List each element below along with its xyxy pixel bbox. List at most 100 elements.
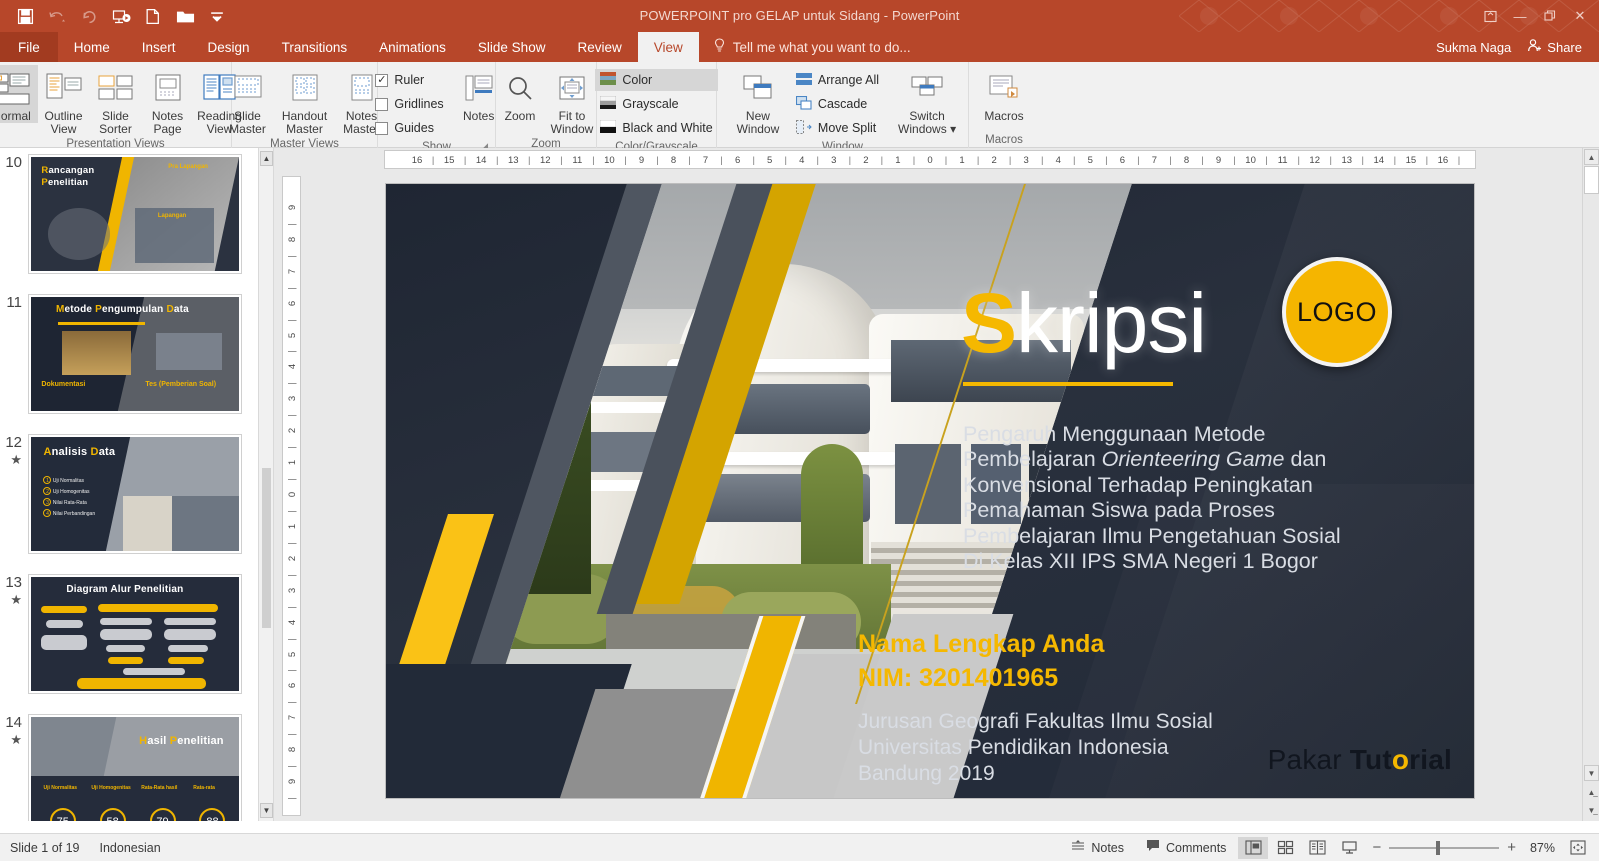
slide-logo-placeholder[interactable]: LOGO — [1282, 257, 1392, 367]
restore-icon[interactable] — [1535, 1, 1565, 31]
zoom-level-label[interactable]: 87% — [1524, 836, 1561, 860]
slide-editing-surface[interactable]: Skripsi LOGO Pengaruh Menggunaan Metode … — [386, 184, 1474, 798]
comments-toggle-button[interactable]: Comments — [1136, 836, 1236, 860]
tab-insert[interactable]: Insert — [126, 32, 192, 62]
gridlines-checkbox-box[interactable] — [375, 97, 389, 111]
start-from-beginning-icon[interactable] — [106, 3, 136, 29]
thumbnail-frame-13[interactable]: Diagram Alur Penelitian — [28, 574, 242, 694]
customize-qat-icon[interactable] — [202, 3, 232, 29]
redo-icon[interactable] — [74, 3, 104, 29]
move-split-label: Move Split — [817, 121, 877, 135]
fit-to-window-button[interactable]: Fit to Window — [546, 65, 598, 136]
normal-view-status-button[interactable] — [1238, 836, 1269, 859]
zoom-label: Zoom — [504, 109, 536, 123]
fit-slide-to-window-button[interactable] — [1563, 837, 1593, 859]
zoom-out-button[interactable]: − — [1366, 836, 1387, 860]
new-window-button[interactable]: New Window — [727, 65, 789, 136]
tab-slide-show[interactable]: Slide Show — [462, 32, 562, 62]
slide-subtitle[interactable]: Pengaruh Menggunaan Metode Pembelajaran … — [963, 422, 1383, 574]
undo-icon[interactable] — [42, 3, 72, 29]
ruler-h-minor-tick: | — [1040, 155, 1044, 166]
thumbnail-frame-14[interactable]: Hasil Penelitian Uji Normalitas Uji Homo… — [28, 714, 242, 821]
move-split-option[interactable]: Move Split — [791, 117, 884, 139]
gridlines-checkbox[interactable]: Gridlines — [370, 93, 448, 115]
splitter-scroll-up-icon[interactable]: ▲ — [260, 151, 273, 166]
thumbnail-item-10[interactable]: 10 Rancangan Penelitian Pra Lapangan Lapa… — [0, 154, 258, 274]
ruler-checkbox[interactable]: ✓ Ruler — [370, 69, 448, 91]
color-option[interactable]: Color — [595, 69, 718, 91]
save-icon[interactable] — [10, 3, 40, 29]
outline-view-button[interactable]: Outline View — [38, 65, 90, 136]
horizontal-ruler[interactable]: 16 | 15 | 14 | 13 | 12 | 11 | 10 | 9 | 8 | 7 | 6 | 5 | 4 | 3 | 2 | 1 | 0… — [384, 150, 1476, 169]
zoom-slider[interactable] — [1389, 840, 1500, 855]
slide-thumbnail-pane[interactable]: 10 Rancangan Penelitian Pra Lapangan Lapa… — [0, 148, 258, 821]
previous-slide-icon[interactable]: ▲̲ — [1584, 784, 1599, 800]
vertical-ruler[interactable]: 9 | 8 | 7 | 6 | 5 | 4 | 3 | 2 | 1 | 0 | 1 | 2 | 3 | 4 | 5 | 6 | 7 | 8 | 9 | — [282, 176, 301, 816]
ruler-h-minor-tick: | — [560, 155, 563, 166]
guides-checkbox[interactable]: Guides — [370, 117, 448, 139]
ruler-h-minor-tick: | — [431, 155, 435, 166]
open-icon[interactable] — [170, 3, 200, 29]
scroll-thumb[interactable] — [1584, 166, 1599, 194]
thumbnail-item-14[interactable]: 14 ★ Hasil Penelitian Uji Normalitas Uji… — [0, 714, 258, 821]
share-button[interactable]: Share — [1521, 35, 1591, 59]
grayscale-option[interactable]: Grayscale — [595, 93, 717, 115]
tab-view[interactable]: View — [637, 32, 699, 62]
scroll-up-icon[interactable]: ▲ — [1584, 149, 1599, 165]
thumbnail-item-12[interactable]: 12 ★ Analisis Data 1 Uji Normalitas 2 Uj… — [0, 434, 258, 554]
slide-sorter-button[interactable]: Slide Sorter — [90, 65, 142, 136]
cascade-option[interactable]: Cascade — [791, 93, 884, 115]
thumbnail-frame-12[interactable]: Analisis Data 1 Uji Normalitas 2 Uji Hom… — [28, 434, 242, 554]
quick-access-toolbar[interactable] — [0, 0, 232, 32]
window-controls[interactable]: — ✕ — [1475, 0, 1595, 32]
handout-master-button[interactable]: Handout Master — [274, 65, 336, 136]
reading-view-status-button[interactable] — [1302, 837, 1332, 859]
next-slide-icon[interactable]: ▼̲ — [1584, 802, 1599, 818]
arrange-all-option[interactable]: Arrange All — [791, 69, 884, 91]
thumbnail-item-13[interactable]: 13 ★ Diagram Alur Penelitian — [0, 574, 258, 694]
tell-me-box[interactable]: Tell me what you want to do... — [699, 32, 911, 62]
tab-design[interactable]: Design — [192, 32, 266, 62]
title-bar: POWERPOINT pro GELAP untuk Sidang - Powe… — [0, 0, 1599, 32]
normal-view-button[interactable]: Normal — [0, 65, 38, 123]
tab-home[interactable]: Home — [58, 32, 126, 62]
splitter-scroll-thumb[interactable] — [262, 468, 271, 628]
scroll-down-icon[interactable]: ▼ — [1584, 765, 1599, 781]
notes-toggle-button[interactable]: Notes — [1061, 836, 1134, 860]
tab-animations[interactable]: Animations — [363, 32, 462, 62]
slide-author[interactable]: Nama Lengkap Anda NIM: 3201401965 — [858, 627, 1104, 695]
new-icon[interactable] — [138, 3, 168, 29]
chevron-down-icon[interactable]: ▾ — [950, 122, 956, 136]
splitter-scroll-down-icon[interactable]: ▼ — [260, 803, 273, 818]
close-icon[interactable]: ✕ — [1565, 1, 1595, 31]
ruler-checkbox-box[interactable]: ✓ — [375, 73, 389, 87]
tab-file[interactable]: File — [0, 32, 58, 62]
canvas-vertical-scrollbar[interactable]: ▲ ▼ ▲̲ ▼̲ — [1582, 148, 1599, 821]
guides-checkbox-box[interactable] — [375, 121, 389, 135]
zoom-slider-handle[interactable] — [1436, 840, 1441, 855]
thumbnail-score-2: 79 — [149, 808, 176, 821]
slide-affiliation[interactable]: Jurusan Geografi Fakultas Ilmu Sosial Un… — [858, 709, 1213, 787]
black-and-white-option[interactable]: Black and White — [595, 117, 717, 139]
language-indicator[interactable]: Indonesian — [90, 836, 171, 860]
ribbon-display-options-icon[interactable] — [1475, 1, 1505, 31]
slide-counter[interactable]: Slide 1 of 19 — [0, 836, 90, 860]
thumbnail-frame-10[interactable]: Rancangan Penelitian Pra Lapangan Lapanga… — [28, 154, 242, 274]
slide-title[interactable]: Skripsi — [961, 279, 1207, 367]
slide-master-button[interactable]: Slide Master — [222, 65, 274, 136]
notes-page-button[interactable]: Notes Page — [142, 65, 194, 136]
zoom-button[interactable]: Zoom — [494, 65, 546, 123]
thumbnail-frame-11[interactable]: Metode Pengumpulan Data Dokumentasi Tes … — [28, 294, 242, 414]
zoom-in-button[interactable]: + — [1501, 836, 1522, 860]
slide-show-status-button[interactable] — [1334, 837, 1364, 859]
switch-windows-button[interactable]: Switch Windows ▾ — [896, 65, 958, 136]
macros-button[interactable]: Macros — [978, 65, 1030, 123]
thumbnail-item-11[interactable]: 11 Metode Pengumpulan Data Dokumentasi T… — [0, 294, 258, 414]
thumbnail-slide-12: Analisis Data 1 Uji Normalitas 2 Uji Hom… — [31, 437, 239, 551]
tab-review[interactable]: Review — [561, 32, 637, 62]
minimize-icon[interactable]: — — [1505, 1, 1535, 31]
show-checkbox-list: ✓ Ruler Gridlines Guides — [370, 65, 448, 139]
pane-splitter[interactable]: ▲ ▼ — [258, 148, 274, 821]
slide-sorter-status-button[interactable] — [1270, 837, 1300, 859]
tab-transitions[interactable]: Transitions — [266, 32, 364, 62]
